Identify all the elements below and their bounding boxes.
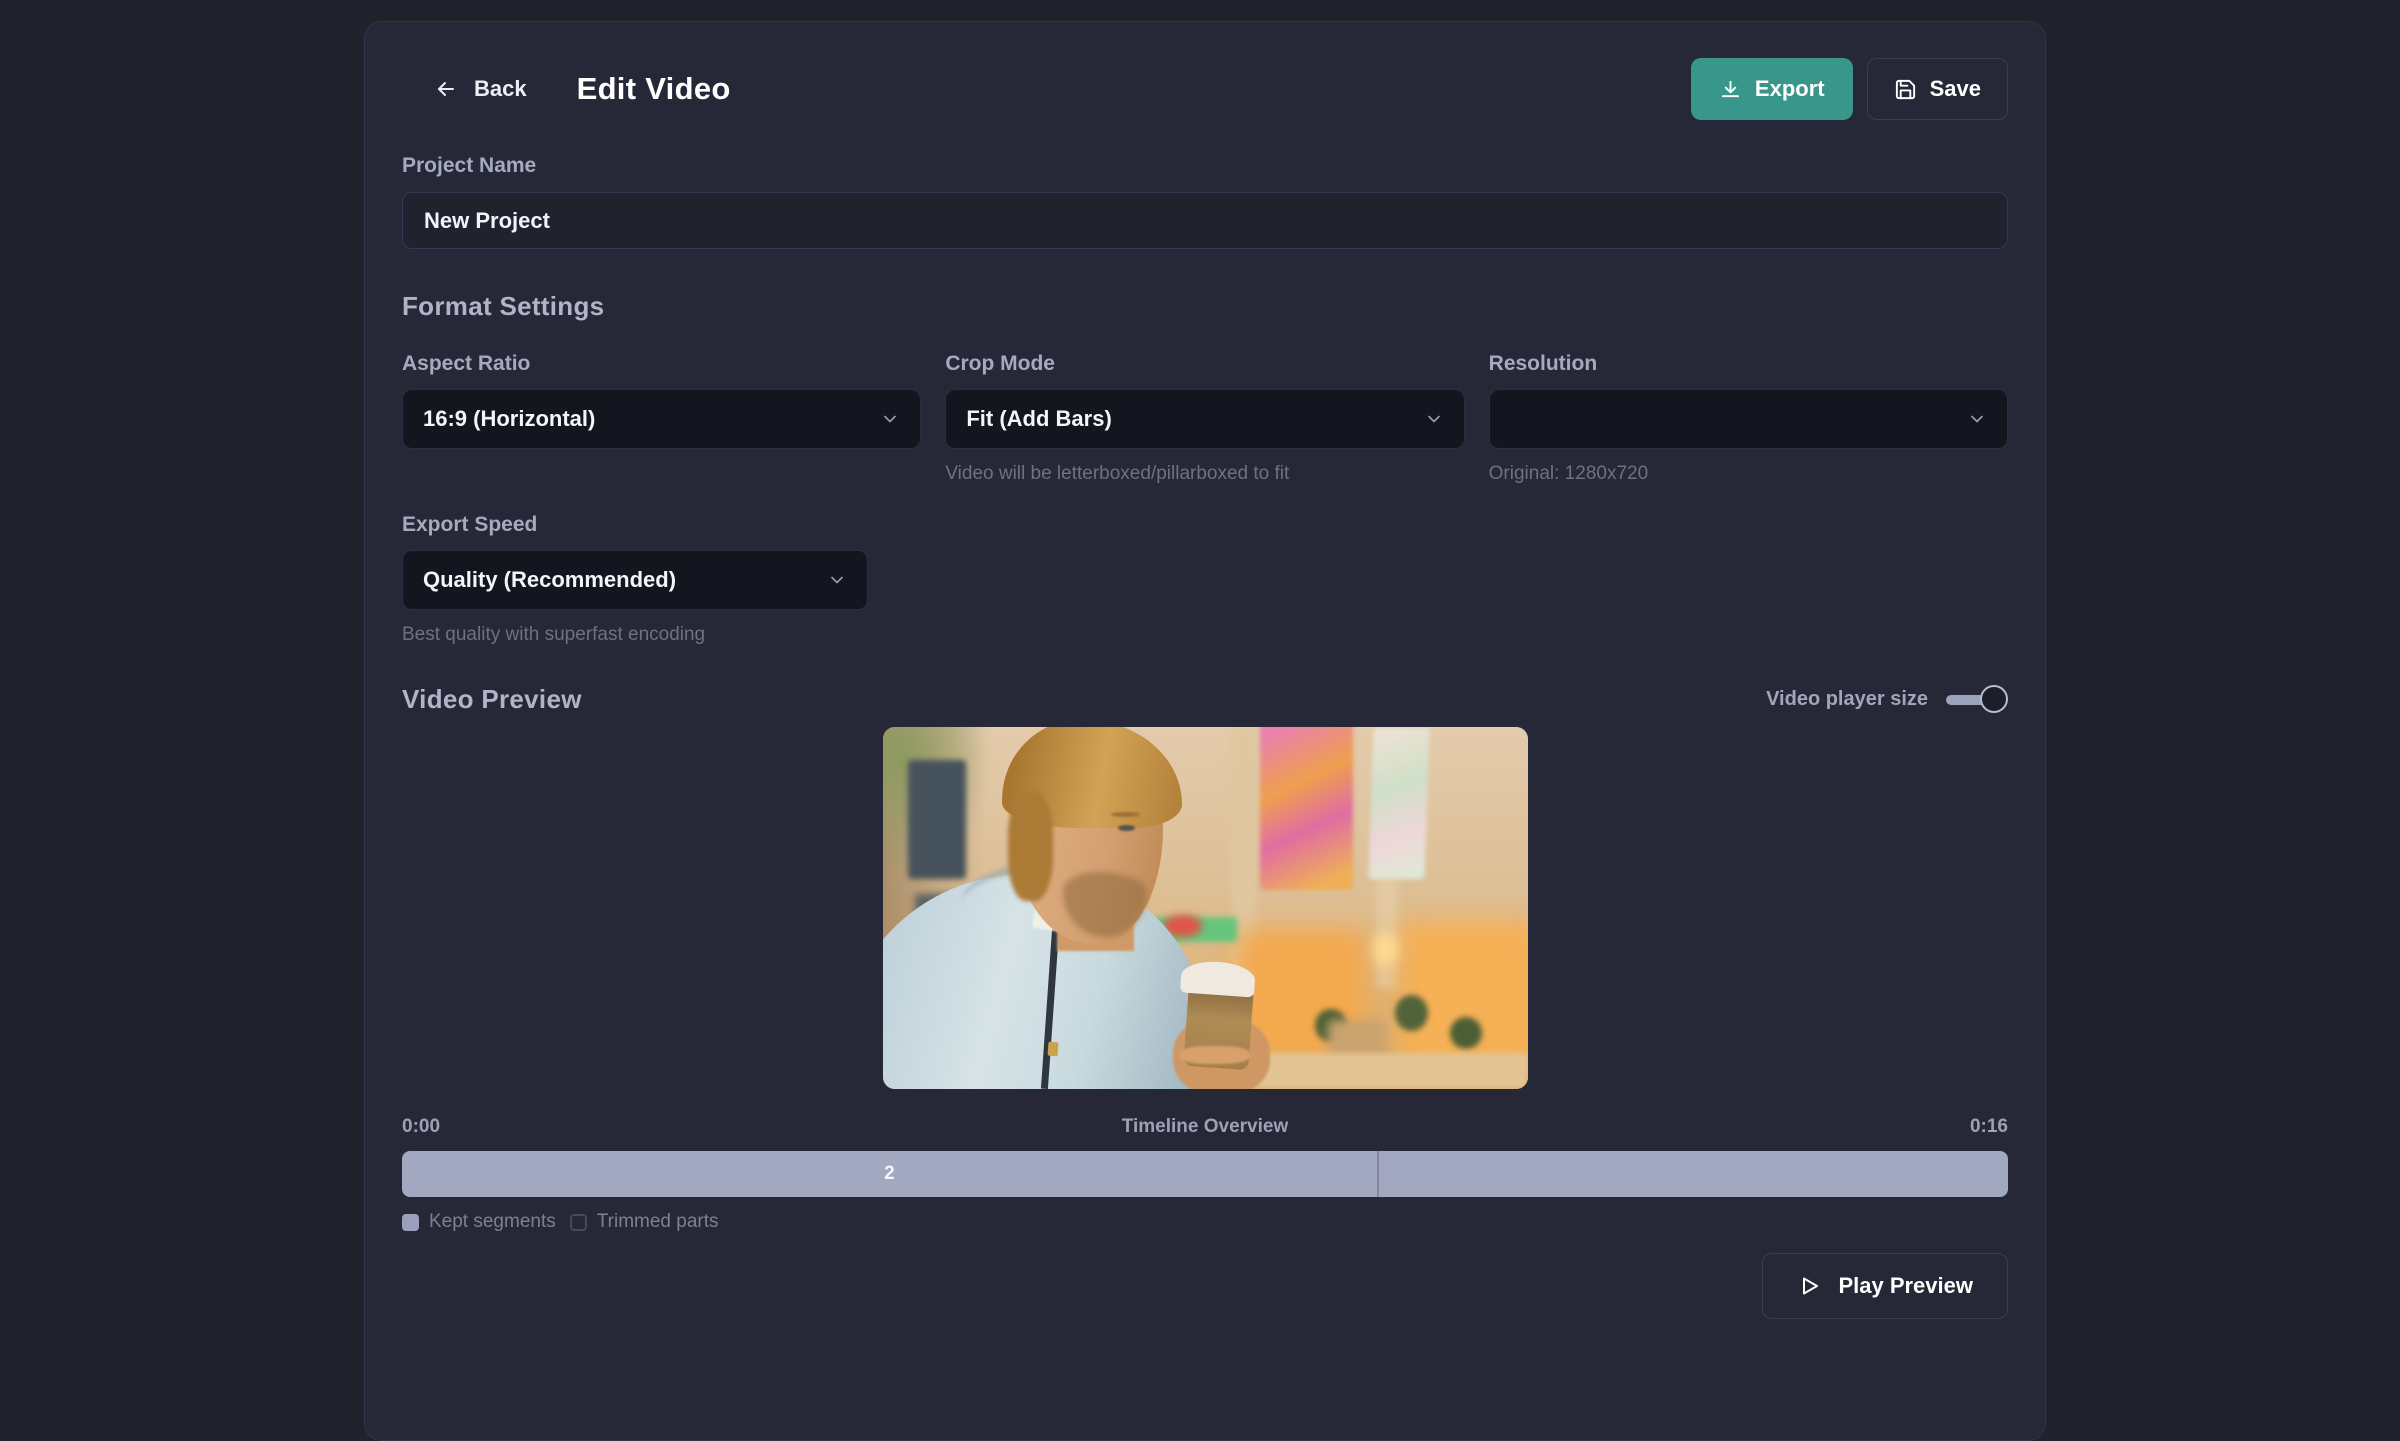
save-label: Save	[1930, 76, 1981, 102]
video-player-size-label: Video player size	[1766, 688, 1928, 711]
export-button[interactable]: Export	[1691, 58, 1853, 120]
header: Back Edit Video Export Save	[402, 22, 2008, 120]
video-preview-frame[interactable]	[883, 727, 1528, 1089]
export-speed-label: Export Speed	[402, 513, 868, 537]
project-name-input[interactable]	[402, 192, 2008, 249]
chevron-down-icon	[1967, 409, 1987, 429]
timeline-start-time: 0:00	[402, 1116, 440, 1138]
aspect-ratio-select[interactable]: 16:9 (Horizontal)	[402, 389, 921, 449]
crop-mode-field: Crop Mode Fit (Add Bars) Video will be l…	[945, 352, 1464, 485]
download-icon	[1719, 78, 1742, 101]
export-label: Export	[1755, 76, 1825, 102]
save-button[interactable]: Save	[1867, 58, 2008, 120]
video-player-size-control: Video player size	[1766, 685, 2008, 715]
format-settings-heading: Format Settings	[402, 291, 2008, 322]
hand-fingers	[1179, 1046, 1250, 1064]
export-speed-field: Export Speed Quality (Recommended) Best …	[402, 513, 868, 646]
video-art-banner-pink	[1260, 727, 1354, 890]
chevron-down-icon	[827, 570, 847, 590]
crop-mode-helper: Video will be letterboxed/pillarboxed to…	[945, 463, 1464, 485]
play-triangle-icon	[1797, 1274, 1821, 1298]
video-art-lamp	[1373, 933, 1399, 966]
timeline-bar[interactable]: 2	[402, 1151, 2008, 1197]
man-zipper-pull	[1047, 1042, 1058, 1057]
aspect-ratio-field: Aspect Ratio 16:9 (Horizontal)	[402, 352, 921, 485]
timeline-segment[interactable]: 2	[402, 1151, 1377, 1197]
man-hair	[1008, 792, 1053, 901]
crop-mode-label: Crop Mode	[945, 352, 1464, 376]
export-speed-select[interactable]: Quality (Recommended)	[402, 550, 868, 610]
export-speed-value: Quality (Recommended)	[423, 567, 676, 593]
trimmed-parts-swatch	[570, 1214, 587, 1231]
back-button[interactable]: Back	[432, 76, 527, 102]
arrow-left-icon	[432, 77, 460, 101]
export-speed-helper: Best quality with superfast encoding	[402, 624, 868, 646]
timeline-legend: Kept segments Trimmed parts	[402, 1211, 2008, 1233]
crop-mode-value: Fit (Add Bars)	[966, 406, 1111, 432]
resolution-field: Resolution Original: 1280x720	[1489, 352, 2008, 485]
resolution-select[interactable]	[1489, 389, 2008, 449]
play-preview-label: Play Preview	[1838, 1273, 1973, 1299]
video-art-banner-white	[1369, 727, 1430, 879]
resolution-helper: Original: 1280x720	[1489, 463, 2008, 485]
timeline-title: Timeline Overview	[1122, 1116, 1289, 1138]
edit-video-panel: Back Edit Video Export Save Project Name…	[364, 21, 2046, 1441]
play-preview-button[interactable]: Play Preview	[1762, 1253, 2008, 1319]
back-label: Back	[474, 76, 527, 102]
video-preview-heading: Video Preview	[402, 684, 582, 715]
floppy-disk-icon	[1894, 78, 1917, 101]
timeline-header: 0:00 Timeline Overview 0:16	[402, 1115, 2008, 1139]
trimmed-parts-label: Trimmed parts	[597, 1211, 719, 1233]
kept-segments-label: Kept segments	[429, 1211, 556, 1233]
legend-kept-segments: Kept segments	[402, 1211, 556, 1233]
man-eye	[1118, 825, 1135, 831]
legend-trimmed-parts: Trimmed parts	[570, 1211, 719, 1233]
aspect-ratio-label: Aspect Ratio	[402, 352, 921, 376]
chevron-down-icon	[1424, 409, 1444, 429]
project-name-label: Project Name	[402, 154, 2008, 178]
video-player-size-slider[interactable]	[1946, 685, 2008, 715]
crop-mode-select[interactable]: Fit (Add Bars)	[945, 389, 1464, 449]
video-art-plant	[1395, 995, 1427, 1031]
chevron-down-icon	[880, 409, 900, 429]
aspect-ratio-value: 16:9 (Horizontal)	[423, 406, 595, 432]
page-title: Edit Video	[577, 71, 731, 107]
kept-segments-swatch	[402, 1214, 419, 1231]
resolution-label: Resolution	[1489, 352, 2008, 376]
video-art-window	[908, 760, 966, 879]
slider-thumb[interactable]	[1980, 685, 2008, 713]
timeline-segment[interactable]	[1377, 1151, 2008, 1197]
timeline-end-time: 0:16	[1970, 1116, 2008, 1138]
